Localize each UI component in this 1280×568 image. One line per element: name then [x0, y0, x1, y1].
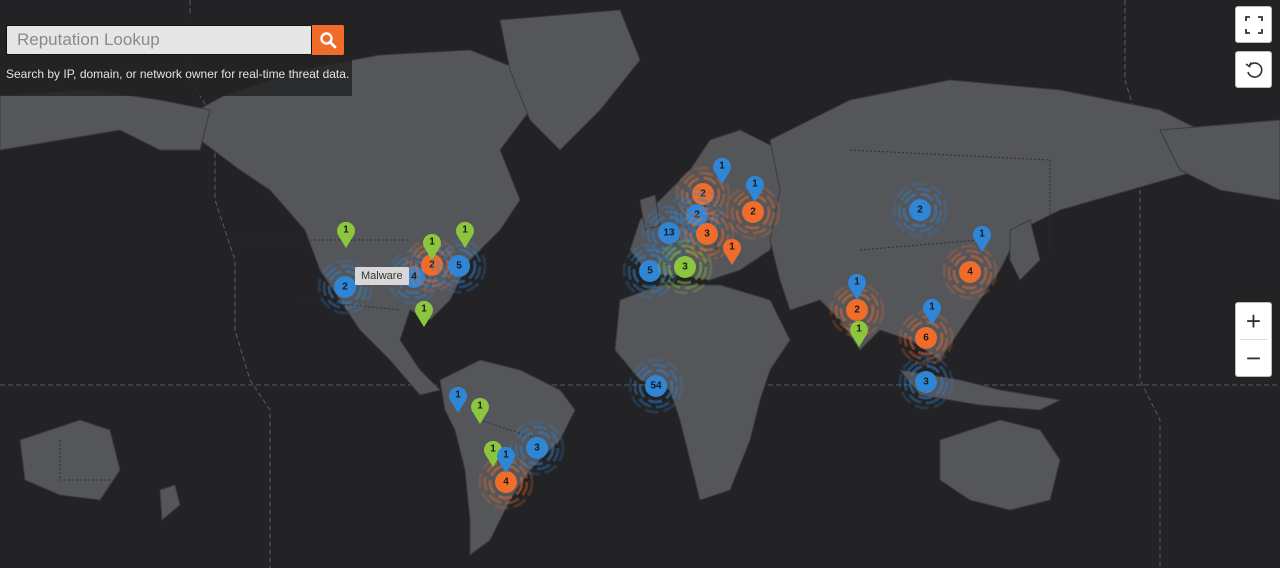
cluster-count: 2 — [342, 282, 348, 293]
cluster-count: 2 — [917, 205, 923, 216]
fullscreen-icon — [1244, 15, 1263, 34]
pin-count: 1 — [429, 237, 435, 248]
pin-count: 1 — [343, 225, 349, 236]
cluster-count: 3 — [682, 262, 688, 273]
cluster-count: 3 — [704, 229, 710, 240]
cluster-count: 3 — [534, 443, 540, 454]
cluster-count: 5 — [456, 261, 462, 272]
pin-count: 1 — [856, 324, 862, 335]
search-panel: Search by IP, domain, or network owner f… — [0, 16, 352, 96]
reset-view-icon — [1245, 61, 1262, 78]
cluster-count: 2 — [854, 305, 860, 316]
pin-count: 1 — [462, 225, 468, 236]
reset-view-button[interactable] — [1235, 51, 1272, 88]
cluster-count: 2 — [750, 207, 756, 218]
search-hint: Search by IP, domain, or network owner f… — [6, 67, 350, 81]
pin-count: 1 — [729, 242, 735, 253]
reputation-search-input[interactable] — [6, 25, 312, 55]
search-icon — [320, 32, 337, 49]
fullscreen-button[interactable] — [1235, 6, 1272, 43]
pin-count: 1 — [490, 444, 496, 455]
cluster-count: 13 — [663, 228, 675, 239]
pin-count: 1 — [455, 390, 461, 401]
cluster-count: 5 — [647, 266, 653, 277]
pin-count: 1 — [503, 450, 509, 461]
pin-count: 1 — [854, 277, 860, 288]
search-button[interactable] — [312, 25, 344, 55]
pin-count: 1 — [421, 304, 427, 315]
cluster-count: 4 — [503, 477, 509, 488]
zoom-control: + − — [1235, 302, 1272, 377]
pin-count: 1 — [929, 302, 935, 313]
pin-count: 1 — [719, 161, 725, 172]
zoom-in-button[interactable]: + — [1236, 303, 1271, 339]
pin-count: 1 — [477, 401, 483, 412]
pin-count: 1 — [979, 229, 985, 240]
marker-tooltip: Malware — [355, 267, 409, 285]
cluster-count: 4 — [967, 267, 973, 278]
zoom-out-button[interactable]: − — [1236, 340, 1271, 376]
cluster-count: 3 — [923, 377, 929, 388]
cluster-count: 6 — [923, 333, 929, 344]
pin-count: 1 — [752, 179, 758, 190]
cluster-count: 54 — [650, 381, 662, 392]
